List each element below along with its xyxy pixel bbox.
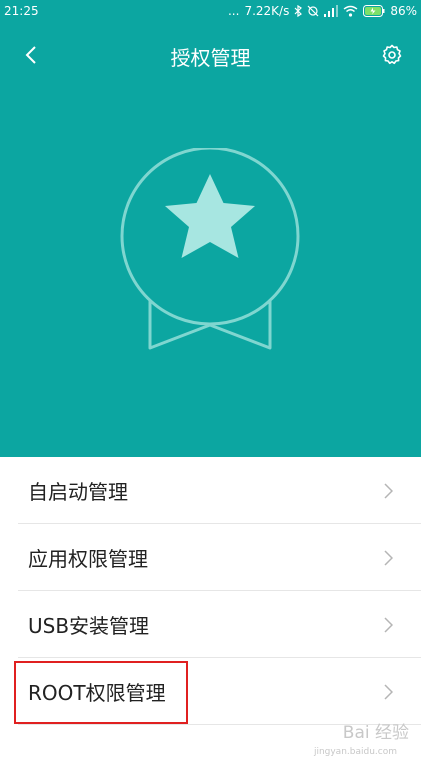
list-item-autostart[interactable]: 自启动管理: [0, 457, 421, 524]
status-dots: ...: [227, 4, 240, 18]
status-icons: ... 7.22K/s 86%: [228, 4, 417, 18]
list-item-label: 自启动管理: [28, 480, 128, 504]
wifi-icon: [343, 5, 358, 17]
watermark-domain: jingyan.baidu.com: [313, 747, 397, 757]
alarm-mute-icon: [307, 5, 319, 17]
watermark-brand: Bai 经验: [342, 723, 409, 743]
battery-icon: [363, 5, 385, 17]
gear-icon: [382, 44, 402, 65]
title-bar: 授权管理: [0, 30, 421, 78]
permission-badge-illustration: [118, 146, 302, 356]
header-hero: 21:25 ... 7.22K/s 86% 授权管理: [0, 0, 421, 457]
list-item-label: USB安装管理: [28, 614, 150, 638]
chevron-right-icon: [384, 616, 393, 633]
chevron-right-icon: [384, 683, 393, 700]
list-item-usb-install[interactable]: USB安装管理: [0, 591, 421, 658]
status-time: 21:25: [4, 4, 39, 18]
bluetooth-icon: [294, 5, 303, 17]
page-title: 授权管理: [170, 46, 251, 70]
highlight-annotation-box: [14, 661, 188, 724]
screen: 21:25 ... 7.22K/s 86% 授权管理 自启动管理 应用权限管理 …: [0, 0, 421, 759]
list-item-label: 应用权限管理: [28, 547, 148, 571]
battery-percent: 86%: [390, 4, 417, 18]
chevron-right-icon: [384, 482, 393, 499]
list-item-app-permissions[interactable]: 应用权限管理: [0, 524, 421, 591]
chevron-right-icon: [384, 549, 393, 566]
status-bar: 21:25 ... 7.22K/s 86%: [0, 0, 421, 24]
settings-button[interactable]: [377, 40, 407, 70]
signal-icon: [324, 5, 339, 17]
network-speed: 7.22K/s: [244, 4, 290, 18]
